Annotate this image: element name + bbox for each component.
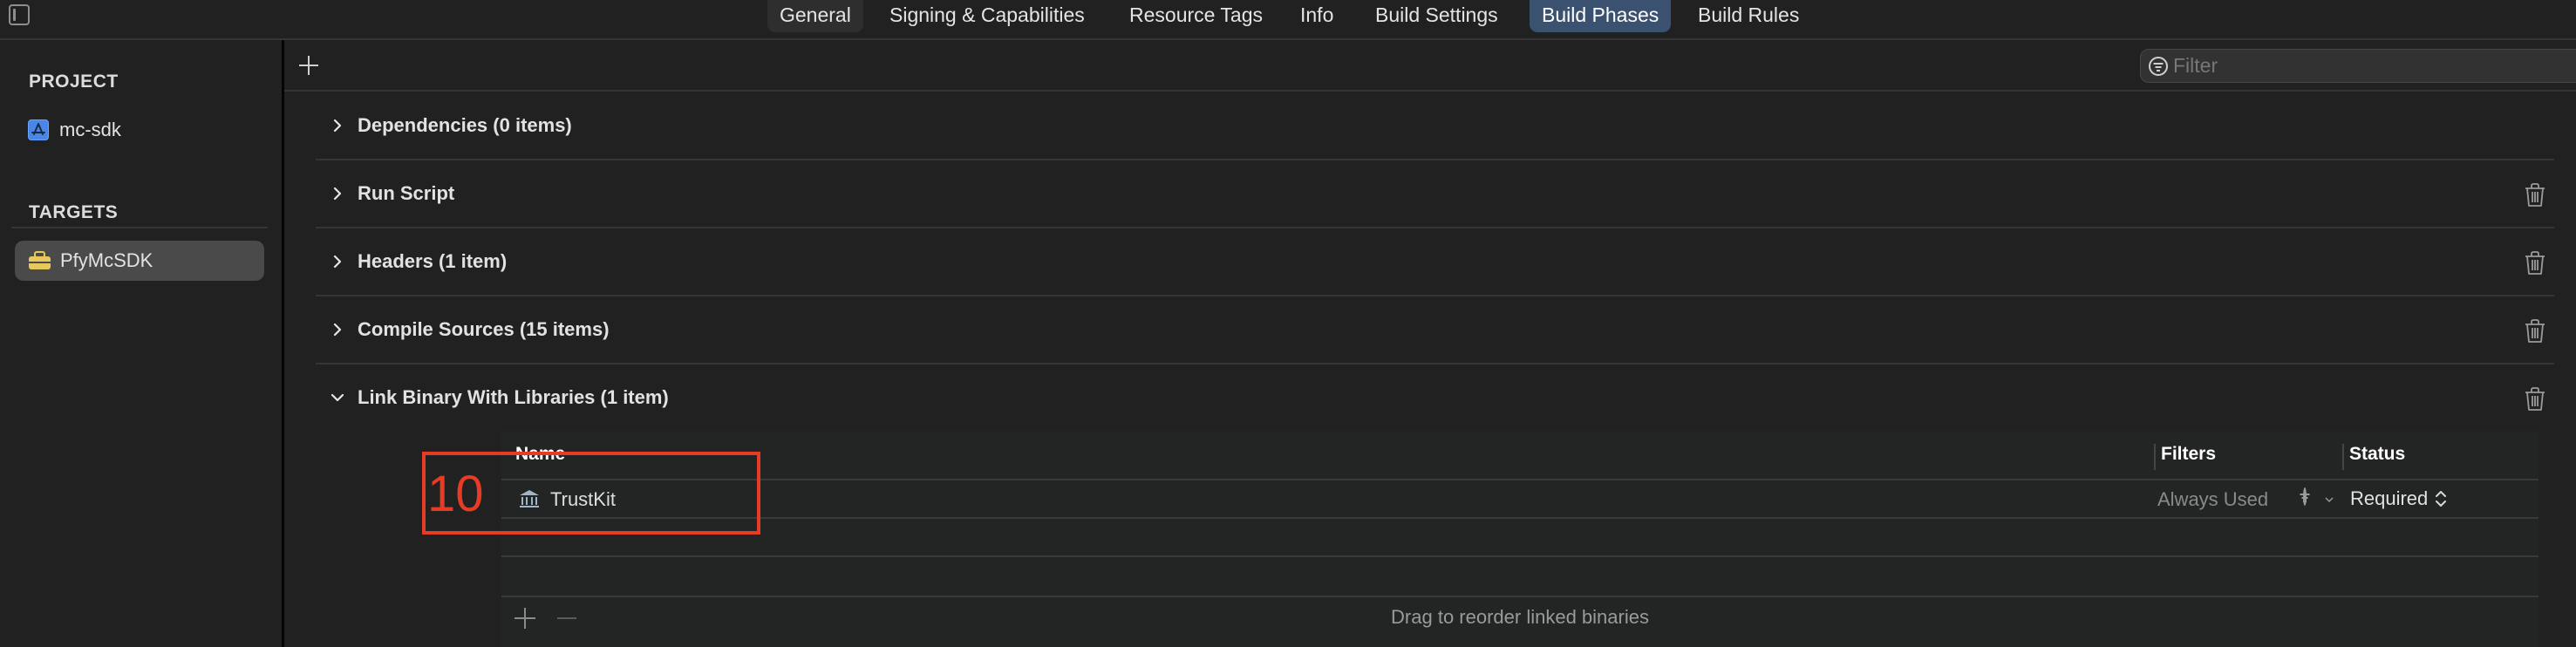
trash-icon[interactable]: [2524, 251, 2546, 276]
reorder-hint: Drag to reorder linked binaries: [1391, 606, 1649, 628]
chevron-right-icon[interactable]: [330, 322, 345, 337]
phase-link-binary[interactable]: Link Binary With Libraries (1 item): [316, 364, 2554, 431]
editor-tab-bar: General Signing & Capabilities Resource …: [0, 0, 2576, 40]
table-row-divider: [501, 555, 2539, 557]
up-down-chevron-icon: [2436, 491, 2447, 507]
phase-title: Headers (1 item): [358, 250, 508, 272]
targets-section-header: TARGETS: [29, 202, 119, 222]
sidebar-divider: [11, 227, 268, 228]
trash-icon[interactable]: [2524, 387, 2546, 412]
phase-headers[interactable]: Headers (1 item): [316, 228, 2554, 295]
chevron-right-icon[interactable]: [330, 186, 345, 201]
table-row-divider: [501, 517, 2539, 519]
tab-build-rules[interactable]: Build Rules: [1686, 0, 1811, 32]
library-filters: Always Used: [2157, 488, 2269, 510]
trash-icon[interactable]: [2524, 183, 2546, 208]
tab-signing-capabilities[interactable]: Signing & Capabilities: [877, 0, 1097, 32]
trash-icon[interactable]: [2524, 319, 2546, 344]
phase-title: Compile Sources (15 items): [358, 318, 610, 340]
chevron-right-icon[interactable]: [330, 254, 345, 269]
toolbox-icon: [28, 251, 51, 270]
sidebar-item-project[interactable]: mc-sdk: [28, 110, 121, 150]
filter-input[interactable]: [2173, 54, 2522, 78]
app-store-icon: [28, 119, 49, 140]
column-resize-handle[interactable]: [2154, 444, 2156, 470]
tab-info[interactable]: Info: [1288, 0, 1346, 32]
chevron-down-icon[interactable]: [330, 390, 345, 405]
filter-menu-button[interactable]: [2300, 487, 2338, 510]
target-name: PfyMcSDK: [60, 249, 153, 271]
tab-resource-tags[interactable]: Resource Tags: [1117, 0, 1275, 32]
annotation-label: 10: [427, 466, 484, 522]
chevron-down-icon: [2325, 497, 2334, 503]
linked-libraries-table: Name Filters Status TrustKit Always Used…: [501, 432, 2539, 647]
phase-title: Run Script: [358, 182, 455, 204]
tab-build-settings[interactable]: Build Settings: [1363, 0, 1510, 32]
column-header-filters[interactable]: Filters: [2161, 444, 2216, 465]
phase-title: Link Binary With Libraries (1 item): [358, 386, 669, 408]
status-popup-button[interactable]: Required: [2350, 486, 2447, 512]
filter-icon: [2300, 487, 2310, 506]
add-build-phase-button[interactable]: [296, 52, 323, 78]
sidebar-resize-handle[interactable]: [282, 40, 284, 647]
table-row-divider: [501, 596, 2539, 597]
filter-icon: [2149, 56, 2168, 76]
tab-general[interactable]: General: [767, 0, 863, 32]
sidebar-toggle-icon[interactable]: [9, 4, 30, 25]
project-target-sidebar: PROJECT mc-sdk TARGETS PfyMcSDK: [0, 40, 282, 647]
library-status: Required: [2350, 487, 2429, 509]
column-header-status[interactable]: Status: [2349, 444, 2405, 465]
sidebar-item-target[interactable]: PfyMcSDK: [15, 241, 264, 281]
phase-dependencies[interactable]: Dependencies (0 items): [316, 92, 2554, 159]
phase-compile-sources[interactable]: Compile Sources (15 items): [316, 296, 2554, 363]
table-row[interactable]: TrustKit Always Used Required: [501, 480, 2539, 517]
toolbar-divider: [284, 90, 2576, 92]
chevron-right-icon[interactable]: [330, 118, 345, 133]
tab-build-phases[interactable]: Build Phases: [1530, 0, 1671, 32]
phase-run-script[interactable]: Run Script: [316, 160, 2554, 227]
filter-field[interactable]: [2140, 49, 2576, 83]
phase-title: Dependencies (0 items): [358, 114, 572, 136]
column-resize-handle[interactable]: [2342, 444, 2344, 470]
project-section-header: PROJECT: [29, 72, 119, 92]
project-name: mc-sdk: [59, 119, 121, 140]
